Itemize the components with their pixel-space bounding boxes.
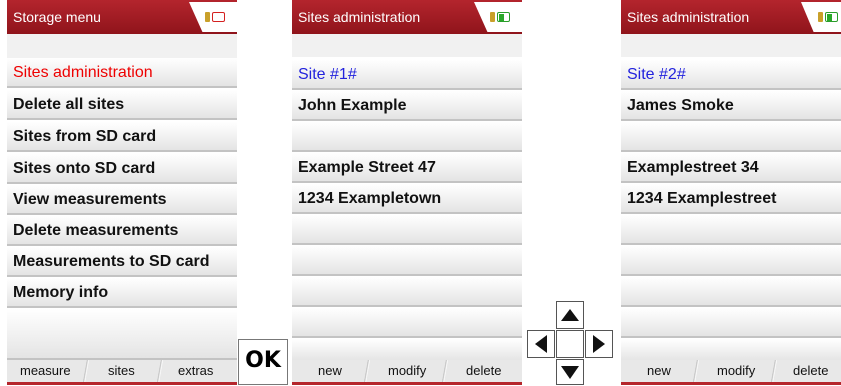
site-field-empty[interactable]	[621, 215, 841, 245]
site-field-empty[interactable]	[292, 215, 522, 245]
site-street[interactable]: Example Street 47	[292, 153, 522, 183]
site-city[interactable]: 1234 Exampletown	[292, 184, 522, 214]
site-field-empty[interactable]	[292, 277, 522, 307]
softkey-divider	[440, 360, 450, 382]
menu-row-blank	[7, 34, 237, 58]
site-field-empty[interactable]	[621, 122, 841, 152]
softkey-divider	[769, 360, 779, 382]
softkey-delete[interactable]: delete	[466, 363, 501, 378]
site-label[interactable]: Site #1#	[292, 60, 522, 90]
site-city[interactable]: 1234 Examplestreet	[621, 184, 841, 214]
menu-item-memory-info[interactable]: Memory info	[7, 278, 237, 308]
softkey-new[interactable]: new	[318, 363, 342, 378]
softkey-measure[interactable]: measure	[20, 363, 71, 378]
softkey-bar: new modify delete	[621, 360, 841, 385]
softkey-modify[interactable]: modify	[388, 363, 426, 378]
softkey-modify[interactable]: modify	[717, 363, 755, 378]
site-label[interactable]: Site #2#	[621, 60, 841, 90]
softkey-bar: measure sites extras	[7, 360, 237, 385]
screen-title: Sites administration	[298, 9, 421, 25]
ok-key[interactable]: OK	[238, 339, 288, 385]
menu-row-empty	[7, 309, 237, 360]
softkey-bar: new modify delete	[292, 360, 522, 385]
menu-item-measurements-to-sd-card[interactable]: Measurements to SD card	[7, 247, 237, 277]
center-key[interactable]	[556, 330, 584, 358]
battery-icon	[205, 11, 227, 23]
softkey-delete[interactable]: delete	[793, 363, 828, 378]
menu-item-view-measurements[interactable]: View measurements	[7, 185, 237, 215]
menu-item-delete-measurements[interactable]: Delete measurements	[7, 216, 237, 246]
titlebar: Sites administration	[621, 0, 841, 34]
softkey-new[interactable]: new	[647, 363, 671, 378]
site-field-empty[interactable]	[292, 308, 522, 338]
site-field-empty[interactable]	[621, 308, 841, 338]
site-field-empty[interactable]	[621, 246, 841, 276]
site-street[interactable]: Examplestreet 34	[621, 153, 841, 183]
site-name[interactable]: James Smoke	[621, 91, 841, 121]
site-field-empty[interactable]	[292, 122, 522, 152]
titlebar: Sites administration	[292, 0, 522, 34]
sites-administration-screen-1: Sites administration Site #1# John Examp…	[292, 0, 522, 385]
spacer-row	[292, 34, 522, 57]
titlebar: Storage menu	[7, 0, 237, 34]
arrow-down-icon[interactable]	[556, 359, 584, 385]
softkey-divider	[362, 360, 372, 382]
site-field-empty[interactable]	[621, 277, 841, 307]
arrow-right-icon[interactable]	[585, 330, 613, 358]
site-name[interactable]: John Example	[292, 91, 522, 121]
softkey-divider	[691, 360, 701, 382]
softkey-extras[interactable]: extras	[178, 363, 213, 378]
spacer-row	[621, 34, 841, 57]
arrow-up-icon[interactable]	[556, 301, 584, 329]
menu-item-sites-from-sd-card[interactable]: Sites from SD card	[7, 122, 237, 152]
storage-menu-screen: Storage menu Sites administration Delete…	[7, 0, 237, 385]
sites-administration-screen-2: Sites administration Site #2# James Smok…	[621, 0, 841, 385]
menu-item-sites-onto-sd-card[interactable]: Sites onto SD card	[7, 154, 237, 184]
site-field-empty[interactable]	[292, 246, 522, 276]
arrow-left-icon[interactable]	[527, 330, 555, 358]
softkey-divider	[155, 360, 165, 382]
softkey-divider	[81, 360, 91, 382]
battery-icon	[490, 11, 512, 23]
menu-item-delete-all-sites[interactable]: Delete all sites	[7, 90, 237, 120]
battery-icon	[818, 11, 840, 23]
menu-item-sites-administration[interactable]: Sites administration	[7, 58, 237, 88]
screen-title: Sites administration	[627, 9, 750, 25]
softkey-sites[interactable]: sites	[108, 363, 135, 378]
screen-title: Storage menu	[13, 9, 101, 25]
